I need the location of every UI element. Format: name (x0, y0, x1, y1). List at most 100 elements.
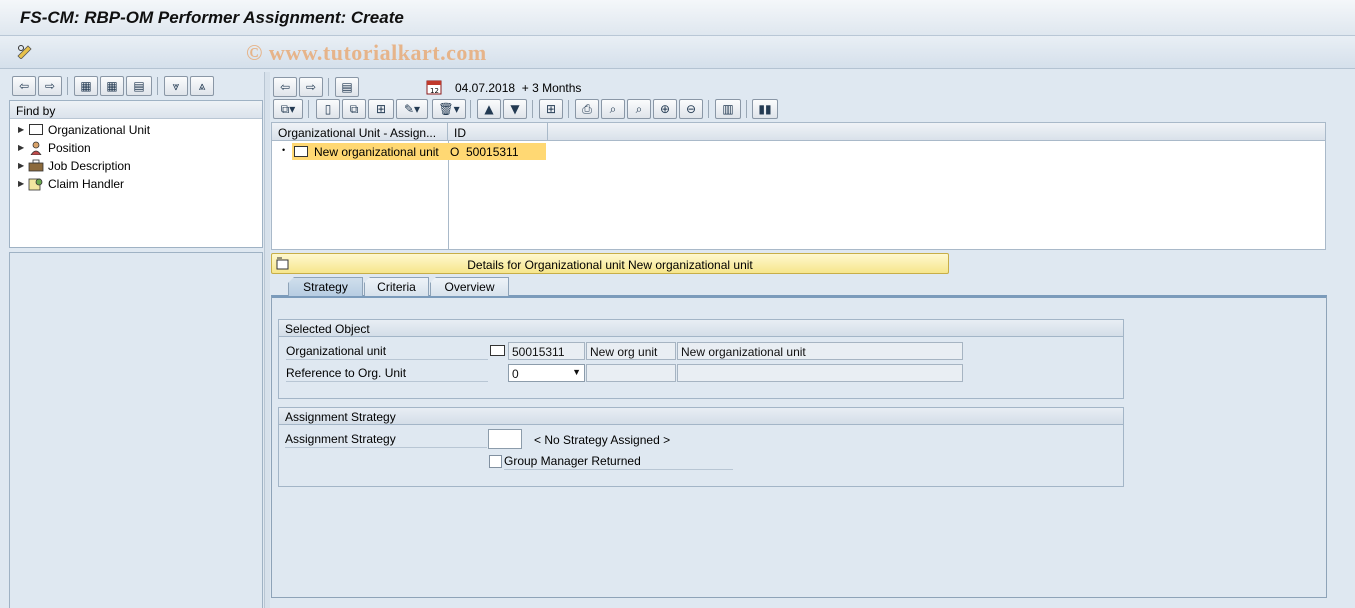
column-header-org-unit[interactable]: Organizational Unit - Assign... (272, 123, 448, 141)
tree-item-label: Organizational Unit (48, 122, 151, 137)
grid-icon: ▤ (133, 79, 145, 93)
hit-list-panel (9, 252, 263, 608)
find-button[interactable]: ⌕ (601, 99, 625, 119)
delete-menu-button[interactable]: 🗑▾ (432, 99, 466, 119)
group-title: Assignment Strategy (279, 408, 1123, 425)
expand-node-button[interactable]: ⊕ (653, 99, 677, 119)
org-unit-long-field[interactable]: New organizational unit (677, 342, 963, 360)
reference-label: Reference to Org. Unit (286, 366, 488, 382)
page-icon: ▯ (324, 102, 332, 116)
pencil-glasses-icon (17, 45, 32, 59)
structure-icon: ⊞ (375, 102, 387, 116)
job-icon (28, 159, 44, 173)
date-range: 04.07.2018 + 3 Months (455, 81, 581, 95)
key-date: 04.07.2018 (455, 81, 516, 95)
org-unit-icon (28, 123, 44, 137)
tab-criteria[interactable]: Criteria (364, 277, 429, 296)
assignment-strategy-label: Assignment Strategy (285, 432, 487, 448)
tab-overview[interactable]: Overview (430, 277, 509, 296)
arrow-right-icon: ⇨ (44, 79, 56, 93)
create-menu-button[interactable]: ⧉▾ (273, 99, 303, 119)
chevron-down-icon[interactable]: ▼ (572, 367, 581, 377)
collapse-button[interactable]: ⩓ (190, 76, 214, 96)
expand-arrow-icon[interactable]: ▶ (18, 161, 28, 170)
expand-arrow-icon[interactable]: ▶ (18, 143, 28, 152)
org-unit-short-field[interactable]: New org unit (586, 342, 676, 360)
back-button-right[interactable]: ⇦ (273, 77, 297, 97)
trash-icon: 🗑▾ (438, 102, 460, 116)
vertical-splitter[interactable] (264, 72, 270, 608)
reference-short-field[interactable] (586, 364, 676, 382)
reference-select[interactable]: 0 ▼ (508, 364, 585, 382)
columns-icon: ▥ (722, 102, 734, 116)
tree-item-job-description[interactable]: ▶ Job Description (18, 157, 131, 174)
tree-button-3[interactable]: ▤ (126, 76, 152, 96)
reference-value: 0 (512, 367, 519, 381)
row-name: New organizational unit (314, 144, 439, 159)
find-next-button[interactable]: ⌕ (627, 99, 651, 119)
claim-handler-icon (28, 177, 44, 191)
arrow-left-icon: ⇦ (279, 80, 291, 94)
back-button[interactable]: ⇦ (12, 76, 36, 96)
bar-chart-icon: ▮▮ (758, 102, 772, 116)
binoculars-icon: ⌕ (609, 102, 617, 116)
assignment-strategy-input[interactable] (488, 429, 522, 449)
group-manager-checkbox[interactable] (489, 455, 502, 468)
tree-item-label: Job Description (48, 158, 131, 173)
row-id: 50015311 (466, 144, 519, 159)
org-unit-id-field[interactable]: 50015311 (508, 342, 585, 360)
tree-item-label: Position (48, 140, 91, 155)
expand-arrow-icon[interactable]: ▶ (18, 125, 28, 134)
tree-button-1[interactable]: ▦ (74, 76, 98, 96)
svg-text:12: 12 (430, 87, 439, 95)
display-change-button[interactable] (14, 41, 36, 61)
move-up-button[interactable]: ▲ (477, 99, 501, 119)
change-menu-button[interactable]: ✎▾ (396, 99, 428, 119)
person-icon (28, 141, 44, 155)
org-unit-label: Organizational unit (286, 344, 488, 360)
watermark: © www.tutorialkart.com (246, 40, 487, 65)
tree-item-org-unit[interactable]: ▶ Organizational Unit (18, 121, 150, 138)
calendar-button[interactable]: 12 (424, 77, 444, 97)
expand-arrow-icon[interactable]: ▶ (18, 179, 28, 188)
columns-button[interactable]: ▥ (715, 99, 741, 119)
printer-icon: ⎙ (582, 102, 592, 116)
forward-button[interactable]: ⇨ (38, 76, 62, 96)
find-by-header: Find by (10, 101, 262, 119)
org-structure-table: Organizational Unit - Assign... ID • New… (271, 122, 1326, 250)
strategy-text: < No Strategy Assigned > (534, 433, 671, 447)
tree-item-position[interactable]: ▶ Position (18, 139, 91, 156)
tab-strategy[interactable]: Strategy (288, 277, 363, 296)
details-banner: Details for Organizational unit New orga… (271, 253, 949, 274)
copy-icon: ⧉ (349, 102, 359, 116)
copy-button[interactable]: ⧉ (342, 99, 366, 119)
layout-button[interactable]: ▮▮ (752, 99, 778, 119)
list-icon: ▤ (341, 80, 353, 94)
table-row[interactable]: New organizational unit O 50015311 (292, 143, 546, 160)
row-type: O (450, 144, 460, 159)
collapse-icon: ⩓ (198, 79, 206, 93)
overview-button[interactable]: ▤ (335, 77, 359, 97)
print-button[interactable]: ⎙ (575, 99, 599, 119)
arrow-right-icon: ⇨ (305, 80, 317, 94)
application-toolbar (0, 36, 1355, 69)
column-header-empty (548, 123, 1325, 141)
tree-button-2[interactable]: ▦ (100, 76, 124, 96)
period: + 3 Months (521, 81, 582, 95)
expand-button[interactable]: ⩔ (164, 76, 188, 96)
hierarchy-icon: ⊞ (545, 102, 557, 116)
calendar-icon: 12 (426, 80, 442, 95)
reference-long-field[interactable] (677, 364, 963, 382)
new-button[interactable]: ▯ (316, 99, 340, 119)
details-banner-text: Details for Organizational unit New orga… (467, 258, 753, 272)
collapse-node-button[interactable]: ⊖ (679, 99, 703, 119)
column-header-id[interactable]: ID (448, 123, 548, 141)
forward-button-right[interactable]: ⇨ (299, 77, 323, 97)
group-title: Selected Object (279, 320, 1123, 337)
tree-item-claim-handler[interactable]: ▶ Claim Handler (18, 175, 124, 192)
grid-icon: ▦ (106, 79, 118, 93)
hierarchy-button[interactable]: ⊞ (539, 99, 563, 119)
triangle-up-icon: ▲ (484, 102, 494, 116)
structure-button[interactable]: ⊞ (368, 99, 394, 119)
move-down-button[interactable]: ▼ (503, 99, 527, 119)
